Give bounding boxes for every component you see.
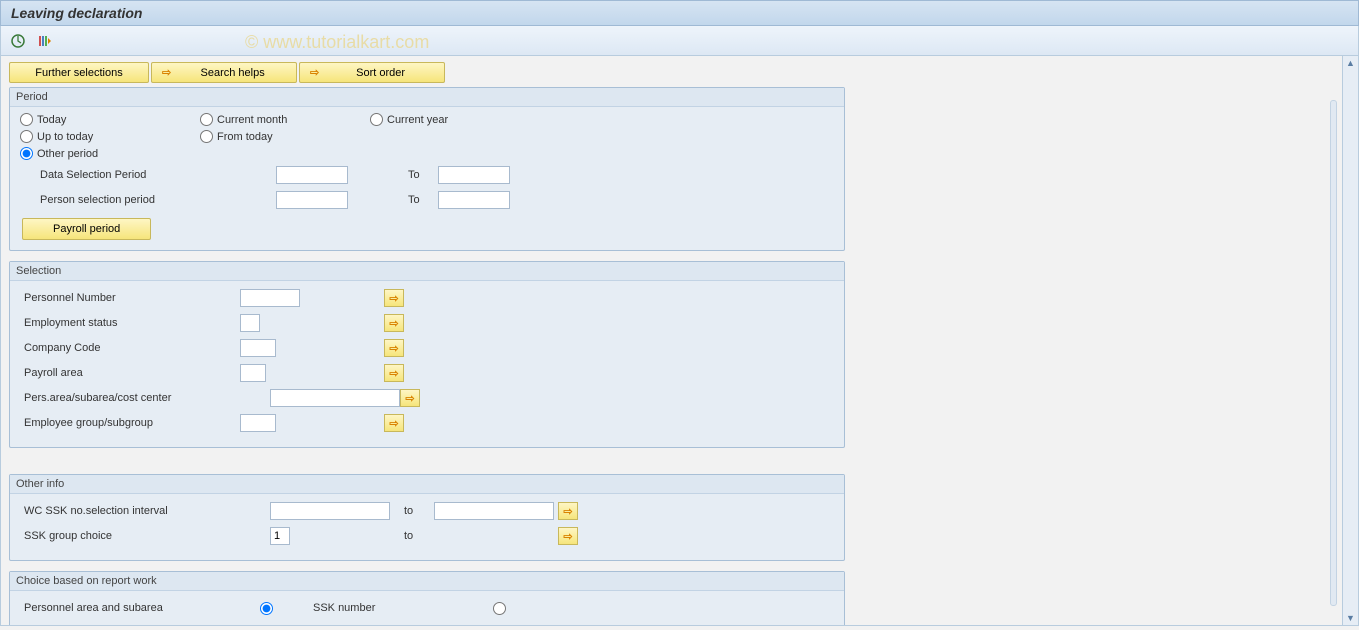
scroll-down-icon[interactable]: ▼ xyxy=(1346,613,1355,623)
pers-area-label: Pers.area/subarea/cost center xyxy=(20,392,270,404)
search-helps-label: Search helps xyxy=(179,67,286,79)
payroll-period-button[interactable]: Payroll period xyxy=(22,218,151,240)
radio-from-today[interactable]: From today xyxy=(200,130,360,143)
wc-ssk-from-input[interactable] xyxy=(270,502,390,520)
search-helps-button[interactable]: ⇨ Search helps xyxy=(151,62,297,83)
personnel-number-label: Personnel Number xyxy=(20,292,240,304)
pers-area-input[interactable] xyxy=(270,389,400,407)
employee-group-input[interactable] xyxy=(240,414,276,432)
radio-current-month[interactable]: Current month xyxy=(200,113,360,126)
ssk-group-label: SSK group choice xyxy=(20,530,270,542)
arrow-icon: ⇨ xyxy=(162,66,171,79)
radio-current-year-label: Current year xyxy=(387,114,448,126)
payroll-period-label: Payroll period xyxy=(53,223,120,235)
selection-group-title: Selection xyxy=(10,262,844,281)
to-label: To xyxy=(408,194,438,206)
arrow-icon: ⇨ xyxy=(310,66,319,79)
other-info-group: Other info WC SSK no.selection interval … xyxy=(9,474,845,561)
title-bar: Leaving declaration xyxy=(0,0,1359,26)
personnel-number-input[interactable] xyxy=(240,289,300,307)
wc-ssk-label: WC SSK no.selection interval xyxy=(20,505,270,517)
data-selection-period-label: Data Selection Period xyxy=(20,169,240,181)
main: Further selections ⇨ Search helps ⇨ Sort… xyxy=(0,56,1359,626)
radio-up-to-today-input[interactable] xyxy=(20,130,33,143)
to-label: to xyxy=(404,530,434,542)
radio-other-period-label: Other period xyxy=(37,148,98,160)
employee-group-multi-icon[interactable]: ⇨ xyxy=(384,414,404,432)
personnel-area-label: Personnel area and subarea xyxy=(20,602,260,614)
payroll-area-multi-icon[interactable]: ⇨ xyxy=(384,364,404,382)
employment-status-input[interactable] xyxy=(240,314,260,332)
scroll-up-icon[interactable]: ▲ xyxy=(1346,58,1355,68)
employment-status-multi-icon[interactable]: ⇨ xyxy=(384,314,404,332)
radio-current-year[interactable]: Current year xyxy=(370,113,530,126)
variant-icon[interactable] xyxy=(35,32,53,50)
execute-icon[interactable] xyxy=(9,32,27,50)
radio-other-period[interactable]: Other period xyxy=(20,147,180,160)
radio-personnel-area[interactable] xyxy=(260,602,273,615)
radio-from-today-input[interactable] xyxy=(200,130,213,143)
scrollbar-track[interactable] xyxy=(1330,100,1337,606)
radio-up-to-today-label: Up to today xyxy=(37,131,93,143)
further-selections-label: Further selections xyxy=(35,67,122,79)
choice-group: Choice based on report work Personnel ar… xyxy=(9,571,845,625)
other-info-title: Other info xyxy=(10,475,844,494)
company-code-input[interactable] xyxy=(240,339,276,357)
payroll-area-input[interactable] xyxy=(240,364,266,382)
radio-today-label: Today xyxy=(37,114,66,126)
to-label: To xyxy=(408,169,438,181)
ssk-group-from-input[interactable] xyxy=(270,527,290,545)
radio-up-to-today[interactable]: Up to today xyxy=(20,130,190,143)
radio-current-month-label: Current month xyxy=(217,114,287,126)
pers-area-multi-icon[interactable]: ⇨ xyxy=(400,389,420,407)
choice-title: Choice based on report work xyxy=(10,572,844,591)
person-selection-to-input[interactable] xyxy=(438,191,510,209)
person-selection-from-input[interactable] xyxy=(276,191,348,209)
employment-status-label: Employment status xyxy=(20,317,240,329)
radio-today-input[interactable] xyxy=(20,113,33,126)
content-area: Further selections ⇨ Search helps ⇨ Sort… xyxy=(1,56,1342,625)
company-code-label: Company Code xyxy=(20,342,240,354)
personnel-number-multi-icon[interactable]: ⇨ xyxy=(384,289,404,307)
period-group: Period Today Current month Current year xyxy=(9,87,845,251)
radio-current-year-input[interactable] xyxy=(370,113,383,126)
data-selection-to-input[interactable] xyxy=(438,166,510,184)
radio-ssk-number[interactable] xyxy=(493,602,506,615)
wc-ssk-multi-icon[interactable]: ⇨ xyxy=(558,502,578,520)
radio-other-period-input[interactable] xyxy=(20,147,33,160)
ssk-group-multi-icon[interactable]: ⇨ xyxy=(558,527,578,545)
selection-group: Selection Personnel Number ⇨ Employment … xyxy=(9,261,845,448)
wc-ssk-to-input[interactable] xyxy=(434,502,554,520)
radio-from-today-label: From today xyxy=(217,131,273,143)
sort-order-label: Sort order xyxy=(327,67,434,79)
payroll-area-label: Payroll area xyxy=(20,367,240,379)
further-selections-button[interactable]: Further selections xyxy=(9,62,149,83)
employee-group-label: Employee group/subgroup xyxy=(20,417,240,429)
data-selection-from-input[interactable] xyxy=(276,166,348,184)
top-button-row: Further selections ⇨ Search helps ⇨ Sort… xyxy=(9,62,1334,83)
company-code-multi-icon[interactable]: ⇨ xyxy=(384,339,404,357)
person-selection-period-label: Person selection period xyxy=(20,194,240,206)
vertical-scrollbar[interactable]: ▲ ▼ xyxy=(1342,56,1358,625)
radio-current-month-input[interactable] xyxy=(200,113,213,126)
period-group-title: Period xyxy=(10,88,844,107)
to-label: to xyxy=(404,505,434,517)
page-title: Leaving declaration xyxy=(11,5,142,21)
radio-today[interactable]: Today xyxy=(20,113,190,126)
sort-order-button[interactable]: ⇨ Sort order xyxy=(299,62,445,83)
toolbar xyxy=(0,26,1359,56)
ssk-number-label: SSK number xyxy=(313,602,493,614)
